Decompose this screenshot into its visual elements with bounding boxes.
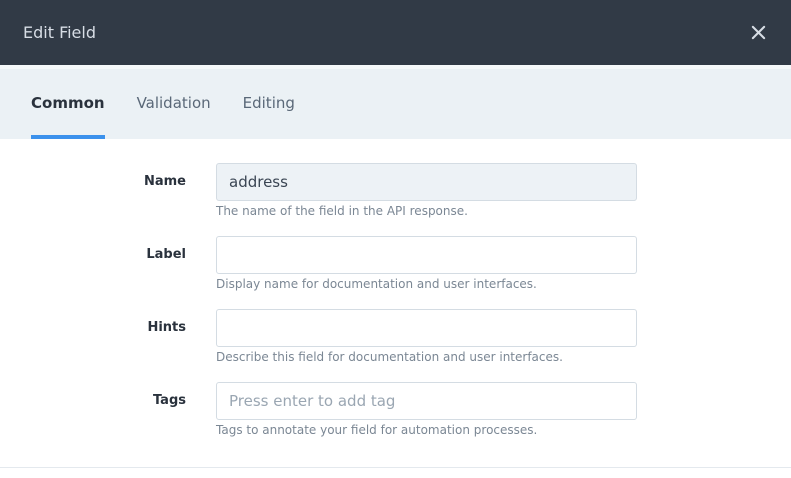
dialog-header: Edit Field	[0, 0, 791, 65]
name-input[interactable]: address	[216, 163, 637, 201]
hints-input[interactable]	[216, 309, 637, 347]
name-hint: The name of the field in the API respons…	[216, 204, 468, 218]
tags-input[interactable]: Press enter to add tag	[216, 382, 637, 420]
tab-bar: Common Validation Editing	[0, 65, 791, 139]
dialog-title: Edit Field	[23, 23, 96, 42]
name-input-value: address	[229, 173, 288, 191]
tags-hint: Tags to annotate your field for automati…	[216, 423, 538, 437]
tags-input-placeholder: Press enter to add tag	[229, 392, 396, 410]
tab-validation[interactable]: Validation	[137, 69, 211, 139]
tab-common[interactable]: Common	[31, 69, 105, 139]
close-icon	[751, 25, 765, 40]
tags-label: Tags	[152, 393, 186, 408]
name-label: Name	[143, 174, 186, 189]
label-hint: Display name for documentation and user …	[216, 277, 537, 291]
edit-field-dialog: Edit Field Common Validation Editing Nam…	[0, 0, 791, 478]
footer-divider	[0, 467, 791, 468]
label-input[interactable]	[216, 236, 637, 274]
hints-label: Hints	[147, 320, 186, 335]
close-button[interactable]	[747, 22, 769, 44]
tab-editing[interactable]: Editing	[243, 69, 295, 139]
label-label: Label	[146, 247, 186, 262]
hints-hint: Describe this field for documentation an…	[216, 350, 563, 364]
